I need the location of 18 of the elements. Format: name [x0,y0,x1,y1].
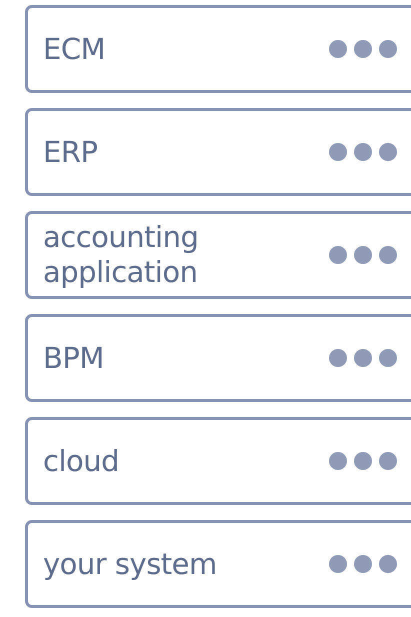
list-item-card[interactable]: ERP [25,108,411,196]
more-icon[interactable] [329,143,397,161]
list-item-card[interactable]: BPM [25,314,411,402]
list-item-card[interactable]: your system [25,520,411,608]
more-icon[interactable] [329,349,397,367]
list-item-card[interactable]: cloud [25,417,411,505]
list-item-card[interactable]: ECM [25,5,411,93]
item-label: BPM [43,340,105,376]
item-label: accounting application [43,220,200,290]
item-label: your system [43,546,218,582]
list-item-card[interactable]: accounting application [25,211,411,299]
more-icon[interactable] [329,40,397,58]
more-icon[interactable] [329,452,397,470]
more-icon[interactable] [329,555,397,573]
item-label: ECM [43,32,106,66]
item-label: ERP [43,134,98,170]
more-icon[interactable] [329,246,397,264]
item-label: cloud [43,444,120,478]
